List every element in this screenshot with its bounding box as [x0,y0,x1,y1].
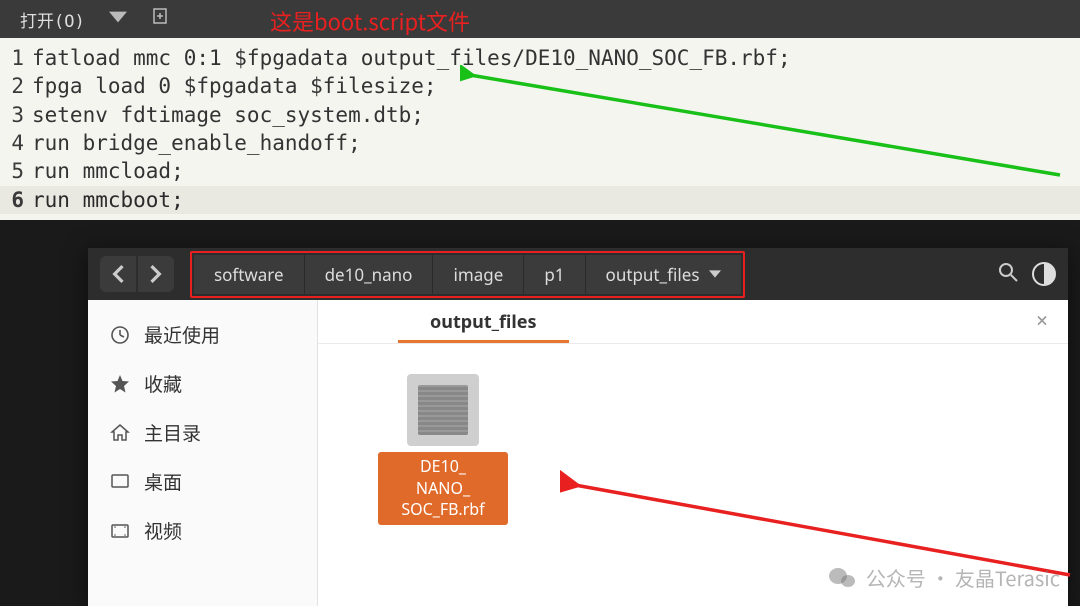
crumb-image[interactable]: image [433,255,524,294]
sidebar-label-recent: 最近使用 [144,321,220,348]
crumb-de10nano[interactable]: de10_nano [305,255,434,294]
crumb-software[interactable]: software [194,255,305,294]
sidebar-label-desktop: 桌面 [144,468,182,495]
code-line-5: run mmcload; [32,157,184,185]
nav-back-button[interactable] [100,256,136,292]
clock-icon [110,325,130,345]
open-menu[interactable]: 打开(O) [20,7,85,32]
code-line-1: fatload mmc 0:1 $fpgadata output_files/D… [32,44,791,72]
file-manager-header: software de10_nano image p1 output_files [88,248,1068,300]
crumb-outputfiles-label: output_files [606,263,700,286]
file-name-label: DE10_ NANO_ SOC_FB.rbf [378,452,508,525]
desktop-icon [110,472,130,492]
home-icon [110,423,130,443]
sidebar-label-videos: 视频 [144,517,182,544]
sidebar-item-starred[interactable]: 收藏 [88,359,317,408]
code-line-3: setenv fdtimage soc_system.dtb; [32,101,424,129]
file-grid[interactable]: DE10_ NANO_ SOC_FB.rbf [318,344,1068,555]
file-manager-window: software de10_nano image p1 output_files… [88,248,1068,606]
sidebar-label-starred: 收藏 [144,370,182,397]
sidebar-item-videos[interactable]: 视频 [88,506,317,555]
breadcrumb: software de10_nano image p1 output_files [190,251,745,298]
text-editor-panel: 打开(O) 这是boot.script文件 1fatload mmc 0:1 $… [0,0,1080,220]
tab-bar: output_files × [318,300,1068,344]
star-icon [110,374,130,394]
close-tab-icon[interactable]: × [1036,300,1048,343]
sidebar-label-home: 主目录 [144,419,201,446]
code-line-6: run mmcboot; [32,186,184,214]
code-line-4: run bridge_enable_handoff; [32,129,361,157]
watermark-text: 公众号 · 友晶Terasic [866,563,1060,592]
file-manager-sidebar: 最近使用 收藏 主目录 桌面 视频 [88,300,318,606]
watermark: 公众号 · 友晶Terasic [828,563,1060,592]
chevron-down-icon[interactable] [109,8,127,31]
nav-forward-button[interactable] [138,256,174,292]
wechat-icon [828,566,856,590]
file-content-panel: output_files × DE10_ NANO_ SOC_FB.rbf [318,300,1068,606]
chevron-down-icon [709,270,721,278]
video-icon [110,521,130,541]
crumb-outputfiles[interactable]: output_files [586,255,742,294]
sidebar-item-recent[interactable]: 最近使用 [88,310,317,359]
editor-toolbar: 打开(O) [0,0,1080,38]
search-icon[interactable] [998,262,1018,286]
sidebar-item-home[interactable]: 主目录 [88,408,317,457]
crumb-p1[interactable]: p1 [524,255,585,294]
view-toggle-icon[interactable] [1032,262,1056,286]
tab-outputfiles[interactable]: output_files [398,300,569,343]
code-line-2: fpga load 0 $fpgadata $filesize; [32,72,437,100]
new-tab-icon[interactable] [151,8,169,31]
sidebar-item-desktop[interactable]: 桌面 [88,457,317,506]
code-content[interactable]: 1fatload mmc 0:1 $fpgadata output_files/… [0,38,1080,220]
file-item[interactable]: DE10_ NANO_ SOC_FB.rbf [378,374,508,525]
text-file-icon [407,374,479,446]
annotation-text: 这是boot.script文件 [270,5,470,37]
